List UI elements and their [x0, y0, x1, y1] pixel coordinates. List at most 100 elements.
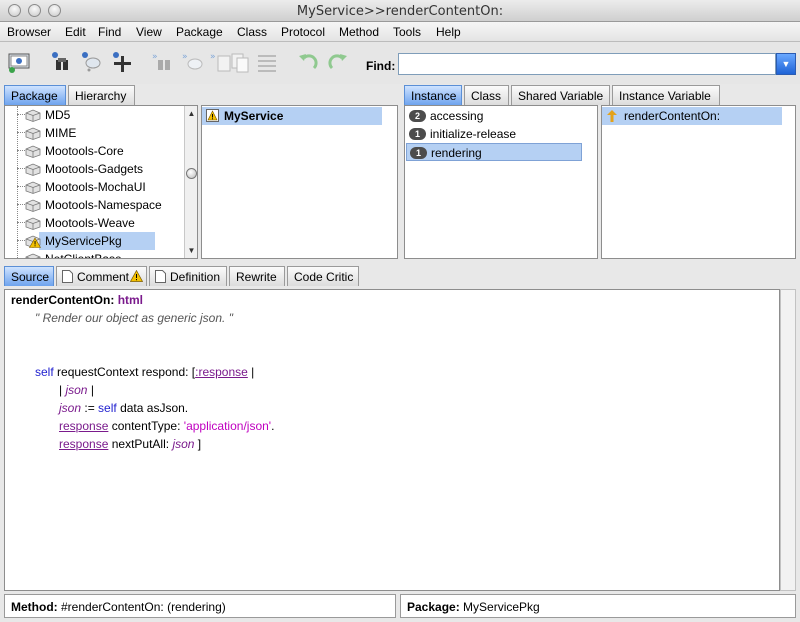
- tab-comment-label: Comment: [77, 270, 130, 284]
- temp-var: json: [172, 437, 195, 451]
- senders-icon[interactable]: [50, 50, 74, 74]
- method-list: renderContentOn:: [601, 105, 796, 259]
- tab-instance[interactable]: Instance: [404, 85, 462, 105]
- list-item[interactable]: Mootools-MochaUI: [5, 178, 183, 196]
- list-item[interactable]: Mootools-Weave: [5, 214, 183, 232]
- find-dropdown-button[interactable]: ▼: [776, 53, 796, 75]
- method-status: Method: #renderContentOn: (rendering): [4, 594, 396, 618]
- list-item[interactable]: 1 rendering: [406, 143, 582, 161]
- temp-var: json: [65, 383, 88, 397]
- tab-rewrite[interactable]: Rewrite: [229, 266, 285, 286]
- list-item[interactable]: renderContentOn:: [602, 107, 782, 125]
- menu-view[interactable]: View: [136, 25, 162, 39]
- package-icon: [25, 145, 41, 158]
- method-count-badge: 2: [409, 110, 426, 122]
- package-status: Package: MyServicePkg: [400, 594, 796, 618]
- package-name: Mootools-Gadgets: [45, 162, 144, 176]
- code-text: |: [90, 383, 94, 397]
- tab-definition-label: Definition: [170, 270, 221, 284]
- list-item[interactable]: Mootools-Core: [5, 142, 183, 160]
- format-icon[interactable]: [255, 50, 279, 74]
- code-text: :=: [84, 401, 95, 415]
- scroll-down-arrow[interactable]: ▼: [185, 244, 197, 257]
- list-item[interactable]: Mootools-Namespace: [5, 196, 183, 214]
- menu-class[interactable]: Class: [237, 25, 267, 39]
- class-name: MyService: [224, 109, 284, 123]
- list-item[interactable]: MyServicePkg: [17, 232, 155, 250]
- add-icon[interactable]: [110, 50, 134, 74]
- package-scrollbar[interactable]: ▲ ▼: [184, 106, 197, 258]
- menu-tools[interactable]: Tools: [393, 25, 421, 39]
- list-item[interactable]: MyService: [202, 107, 382, 125]
- package-icon: [25, 199, 41, 212]
- browse-icon[interactable]: [7, 50, 31, 74]
- redo-icon[interactable]: [326, 50, 350, 74]
- tree-connector: [17, 222, 25, 223]
- tab-instance-variable[interactable]: Instance Variable: [612, 85, 720, 105]
- package-name: MIME: [45, 126, 77, 140]
- tab-definition[interactable]: Definition: [149, 266, 227, 286]
- list-item[interactable]: MIME: [5, 124, 183, 142]
- method-signature: renderContentOn: html: [11, 293, 143, 307]
- tab-source[interactable]: Source: [4, 266, 54, 286]
- svg-text:»: »: [182, 52, 188, 62]
- self-keyword: self: [98, 401, 117, 415]
- editor-scrollbar[interactable]: [780, 289, 796, 591]
- scroll-up-arrow[interactable]: ▲: [185, 107, 197, 120]
- vars-icon[interactable]: »: [182, 50, 206, 74]
- method-name: renderContentOn:: [624, 109, 721, 123]
- package-name: Mootools-MochaUI: [45, 180, 146, 194]
- menu-protocol[interactable]: Protocol: [281, 25, 325, 39]
- protocol-name: rendering: [431, 146, 482, 160]
- list-item[interactable]: 2 accessing: [406, 107, 582, 125]
- tab-hierarchy[interactable]: Hierarchy: [68, 85, 135, 105]
- refs-icon[interactable]: »: [152, 50, 176, 74]
- block-arg: response: [59, 419, 109, 433]
- package-icon: [25, 127, 41, 140]
- menu-browser[interactable]: Browser: [7, 25, 51, 39]
- package-status-value: MyServicePkg: [463, 600, 540, 614]
- code-text: nextPutAll:: [111, 437, 170, 451]
- code-text: ]: [197, 437, 202, 451]
- list-item[interactable]: NetClientBase: [5, 250, 183, 259]
- find-input[interactable]: [398, 53, 776, 75]
- string-literal: 'application/json': [183, 419, 272, 433]
- source-editor[interactable]: renderContentOn: html " Render our objec…: [4, 289, 780, 591]
- menu-help[interactable]: Help: [436, 25, 461, 39]
- tab-package[interactable]: Package: [4, 85, 66, 105]
- package-status-label: Package:: [407, 600, 460, 614]
- package-name: Mootools-Weave: [45, 216, 135, 230]
- svg-text:»: »: [152, 52, 158, 62]
- window-title: MyService>>renderContentOn:: [296, 4, 504, 19]
- undo-icon[interactable]: [296, 50, 320, 74]
- code-text: data asJson.: [120, 401, 189, 415]
- implementors-icon[interactable]: [80, 50, 104, 74]
- scroll-thumb[interactable]: [186, 168, 197, 179]
- tree-connector: [17, 114, 25, 115]
- list-item[interactable]: 1 initialize-release: [406, 125, 582, 143]
- method-status-value: #renderContentOn: (rendering): [61, 600, 226, 614]
- selector: renderContentOn:: [11, 293, 115, 307]
- tree-connector: [17, 132, 25, 133]
- tree-connector: [17, 204, 25, 205]
- copy-icon[interactable]: [228, 50, 252, 74]
- class-list: MyService: [201, 105, 398, 259]
- tree-connector: [17, 258, 25, 259]
- tab-class[interactable]: Class: [464, 85, 509, 105]
- package-name: Mootools-Namespace: [45, 198, 162, 212]
- block-arg: :response: [195, 365, 248, 379]
- package-icon: [25, 253, 41, 258]
- tab-comment[interactable]: Comment: [56, 266, 147, 286]
- document-icon: [62, 270, 73, 283]
- menu-method[interactable]: Method: [339, 25, 379, 39]
- list-item[interactable]: MD5: [5, 106, 183, 124]
- package-name: Mootools-Core: [45, 144, 124, 158]
- menu-find[interactable]: Find: [98, 25, 121, 39]
- method-status-label: Method:: [11, 600, 58, 614]
- menu-package[interactable]: Package: [176, 25, 223, 39]
- list-item[interactable]: Mootools-Gadgets: [5, 160, 183, 178]
- tab-shared-variable[interactable]: Shared Variable: [511, 85, 610, 105]
- tab-code-critic[interactable]: Code Critic: [287, 266, 359, 286]
- menu-edit[interactable]: Edit: [65, 25, 86, 39]
- package-icon: [25, 109, 41, 122]
